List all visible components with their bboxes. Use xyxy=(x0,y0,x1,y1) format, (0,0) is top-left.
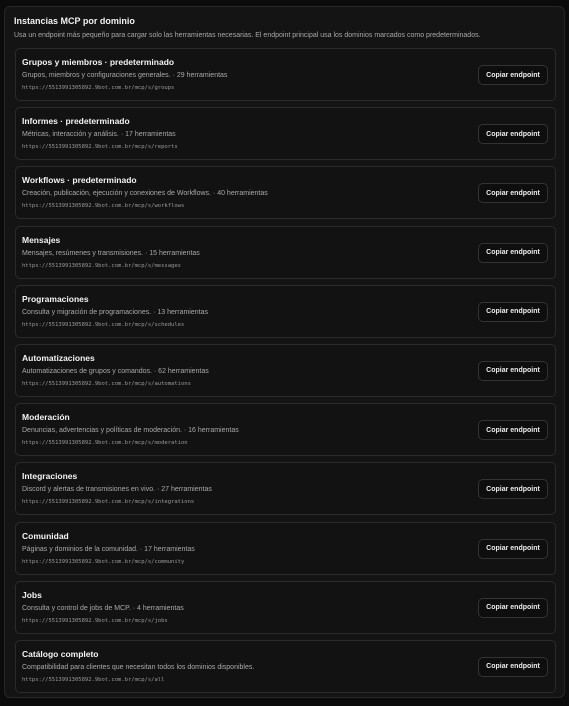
instance-card: Grupos y miembros · predeterminado Grupos… xyxy=(15,48,556,101)
instance-title: Mensajes xyxy=(22,234,61,245)
instance-title: Catálogo completo xyxy=(22,648,99,659)
instance-title: Informes · predeterminado xyxy=(22,116,130,127)
panel-title: Instancias MCP por dominio xyxy=(14,16,135,26)
instance-card: Automatizaciones Automatizaciones de grup… xyxy=(15,343,556,397)
instance-card: Workflows · predeterminado Creación, publ… xyxy=(15,166,556,220)
instance-description: Consulta y migración de programaciones. … xyxy=(22,308,208,316)
copy-endpoint-button[interactable]: Copiar endpoint xyxy=(478,538,548,559)
copy-endpoint-button[interactable]: Copiar endpoint xyxy=(478,656,548,677)
instance-description: Páginas y dominios de la comunidad. · 17… xyxy=(22,545,195,553)
instance-card: Mensajes Mensajes, resúmenes y transmisio… xyxy=(15,225,556,279)
instance-card: Integraciones Discord y alertas de transm… xyxy=(15,462,556,516)
instance-card: Catálogo completo Compatibilidad para cli… xyxy=(15,639,556,693)
copy-endpoint-button[interactable]: Copiar endpoint xyxy=(478,183,548,204)
instance-endpoint-url: https://5513991305892.9bot.com.br/mcp/s/… xyxy=(22,203,185,210)
mcp-instances-panel: Instancias MCP por dominio Usa un endpoi… xyxy=(4,6,565,698)
instance-title: Grupos y miembros · predeterminado xyxy=(22,57,175,67)
instance-title: Automatizaciones xyxy=(22,352,95,363)
copy-endpoint-button[interactable]: Copiar endpoint xyxy=(478,597,548,618)
instance-description: Automatizaciones de grupos y comandos. ·… xyxy=(22,367,209,375)
instance-description: Creación, publicación, ejecución y conex… xyxy=(22,190,268,198)
instance-endpoint-url: https://5513991305892.9bot.com.br/mcp/s/… xyxy=(22,380,191,387)
copy-endpoint-button[interactable]: Copiar endpoint xyxy=(478,360,548,381)
copy-endpoint-button[interactable]: Copiar endpoint xyxy=(478,479,548,500)
instance-title: Moderación xyxy=(22,412,70,423)
instance-card: Jobs Consulta y control de jobs de MCP. ·… xyxy=(15,580,556,634)
instance-endpoint-url: https://5513991305892.9bot.com.br/mcp/s/… xyxy=(22,321,185,328)
copy-endpoint-button[interactable]: Copiar endpoint xyxy=(478,65,548,85)
instance-title: Jobs xyxy=(22,589,42,600)
instance-endpoint-url: https://5513991305892.9bot.com.br/mcp/s/… xyxy=(22,617,168,624)
instance-card: Programaciones Consulta y migración de pr… xyxy=(15,284,556,338)
instance-endpoint-url: https://5513991305892.9bot.com.br/mcp/s/… xyxy=(22,440,188,447)
instance-description: Compatibilidad para clientes que necesit… xyxy=(22,663,255,671)
instance-description: Métricas, interacción y análisis. · 17 h… xyxy=(22,131,176,139)
instance-title: Workflows · predeterminado xyxy=(22,175,137,186)
instance-card: Comunidad Páginas y dominios de la comuni… xyxy=(15,521,556,575)
copy-endpoint-button[interactable]: Copiar endpoint xyxy=(478,301,548,322)
instance-endpoint-url: https://5513991305892.9bot.com.br/mcp/s/… xyxy=(22,85,175,91)
instance-endpoint-url: https://5513991305892.9bot.com.br/mcp/s/… xyxy=(22,144,178,151)
instance-description: Mensajes, resúmenes y transmisiones. · 1… xyxy=(22,249,200,257)
copy-endpoint-button[interactable]: Copiar endpoint xyxy=(478,420,548,441)
instance-description: Consulta y control de jobs de MCP. · 4 h… xyxy=(22,604,184,612)
instance-endpoint-url: https://5513991305892.9bot.com.br/mcp/s/… xyxy=(22,499,195,506)
instance-card: Moderación Denuncias, advertencias y polí… xyxy=(15,403,556,457)
instance-card: Informes · predeterminado Métricas, inter… xyxy=(15,107,556,161)
instance-title: Integraciones xyxy=(22,471,78,482)
instance-title: Comunidad xyxy=(22,530,69,541)
copy-endpoint-button[interactable]: Copiar endpoint xyxy=(478,124,548,145)
instance-list: Grupos y miembros · predeterminado Grupos… xyxy=(15,48,556,699)
instance-description: Grupos, miembros y configuraciones gener… xyxy=(22,72,228,79)
copy-endpoint-button[interactable]: Copiar endpoint xyxy=(478,242,548,263)
instance-title: Programaciones xyxy=(22,293,89,304)
panel-subtitle: Usa un endpoint más pequeño para cargar … xyxy=(14,32,481,39)
instance-endpoint-url: https://5513991305892.9bot.com.br/mcp/s/… xyxy=(22,558,185,565)
instance-endpoint-url: https://5513991305892.9bot.com.br/mcp/s/… xyxy=(22,262,181,269)
instance-endpoint-url: https://5513991305892.9bot.com.br/mcp/s/… xyxy=(22,676,165,683)
instance-description: Discord y alertas de transmisiones en vi… xyxy=(22,486,212,494)
instance-description: Denuncias, advertencias y políticas de m… xyxy=(22,427,239,435)
